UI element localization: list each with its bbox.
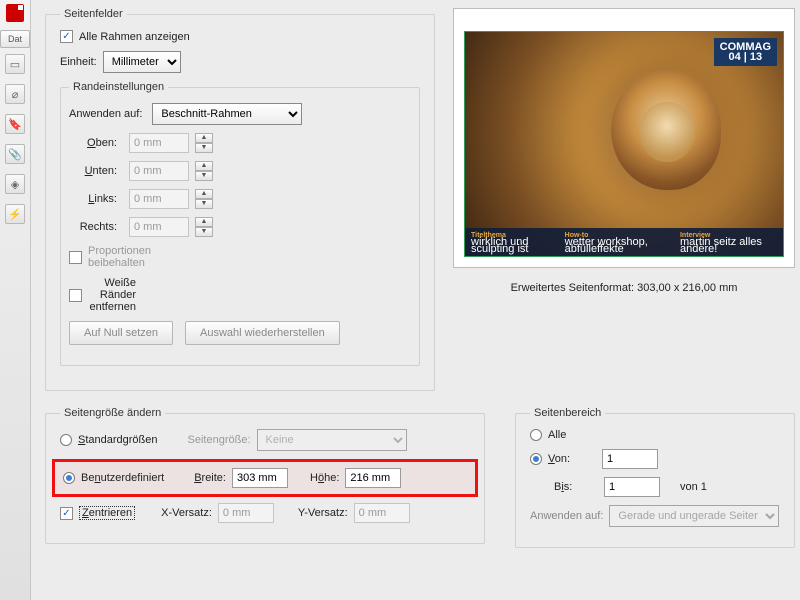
preview-footer: Titelthemawirklich und sculpting ist How… (465, 228, 783, 256)
custom-size-label: Benutzerdefiniert (81, 472, 164, 484)
attachments-icon[interactable]: ⌀ (5, 84, 25, 104)
page-preview: COMMAG 04 | 13 Titelthemawirklich und sc… (453, 8, 795, 268)
change-page-size-fieldset: Seitengröße ändern Standardgrößen Seiten… (45, 407, 485, 544)
show-all-frames-checkbox[interactable]: ✓ (60, 30, 73, 43)
sidebar-tab[interactable]: Dat (0, 30, 30, 48)
range-from-radio[interactable] (530, 453, 542, 465)
preview-badge: COMMAG 04 | 13 (714, 38, 777, 66)
range-to-label: Bis: (554, 481, 588, 493)
change-page-size-legend: Seitengröße ändern (60, 407, 165, 419)
keep-proportions-checkbox[interactable] (69, 251, 82, 264)
app-sidebar: Dat ▭ ⌀ 🔖 📎 ◈ ⚡ (0, 0, 31, 600)
margin-left-input[interactable] (129, 189, 189, 209)
apply-to-label: Anwenden auf: (69, 108, 142, 120)
range-apply-to-label: Anwenden auf: (530, 510, 603, 522)
range-of-label: von 1 (680, 481, 714, 493)
width-label: Breite: (194, 472, 226, 484)
crop-dialog: Seitenfelder ✓ Alle Rahmen anzeigen Einh… (31, 0, 800, 600)
clip-icon[interactable]: 📎 (5, 144, 25, 164)
reset-to-zero-button[interactable]: Auf Null setzen (69, 321, 173, 345)
page-preview-image: COMMAG 04 | 13 Titelthemawirklich und sc… (464, 31, 784, 257)
pagesize-select: Keine (257, 429, 407, 451)
y-offset-label: Y-Versatz: (298, 507, 348, 519)
range-all-label: Alle (548, 429, 582, 441)
pdf-icon (6, 4, 24, 22)
standard-sizes-label: Standardgrößen (78, 434, 158, 446)
range-apply-to-select: Gerade und ungerade Seiten (609, 505, 779, 527)
flash-icon[interactable]: ⚡ (5, 204, 25, 224)
remove-white-margins-label: Weiße Ränder entfernen (88, 277, 136, 313)
margin-right-input[interactable] (129, 217, 189, 237)
margin-left-label: Links: (69, 193, 117, 205)
x-offset-input[interactable] (218, 503, 274, 523)
height-label: Höhe: (310, 472, 339, 484)
margin-right-label: Rechts: (69, 221, 117, 233)
margin-top-label: Oben: (69, 137, 117, 149)
margin-top-spinner[interactable]: ▲▼ (195, 133, 213, 153)
range-from-label: Von: (548, 453, 582, 465)
page-boxes-legend: Seitenfelder (60, 8, 127, 20)
width-input[interactable] (232, 468, 288, 488)
margin-top-input[interactable] (129, 133, 189, 153)
show-all-frames-label: Alle Rahmen anzeigen (79, 31, 190, 43)
custom-size-radio[interactable] (63, 472, 75, 484)
range-from-input[interactable] (602, 449, 658, 469)
page-boxes-fieldset: Seitenfelder ✓ Alle Rahmen anzeigen Einh… (45, 8, 435, 391)
standard-sizes-radio[interactable] (60, 434, 72, 446)
page-range-legend: Seitenbereich (530, 407, 605, 419)
restore-selection-button[interactable]: Auswahl wiederherstellen (185, 321, 340, 345)
keep-proportions-label: Proportionen beibehalten (88, 245, 136, 269)
margin-settings-legend: Randeinstellungen (69, 81, 168, 93)
center-label: Zentrieren (79, 506, 135, 520)
margin-settings-fieldset: Randeinstellungen Anwenden auf: Beschnit… (60, 81, 420, 366)
x-offset-label: X-Versatz: (161, 507, 212, 519)
apply-to-select[interactable]: Beschnitt-Rahmen (152, 103, 302, 125)
pagesize-label: Seitengröße: (188, 434, 251, 446)
bookmarks-icon[interactable]: 🔖 (5, 114, 25, 134)
center-checkbox[interactable]: ✓ (60, 507, 73, 520)
height-input[interactable] (345, 468, 401, 488)
unit-label: Einheit: (60, 56, 97, 68)
margin-left-spinner[interactable]: ▲▼ (195, 189, 213, 209)
y-offset-input[interactable] (354, 503, 410, 523)
range-to-input[interactable] (604, 477, 660, 497)
margin-bottom-spinner[interactable]: ▲▼ (195, 161, 213, 181)
remove-white-margins-checkbox[interactable] (69, 289, 82, 302)
margin-bottom-label: Unten: (69, 165, 117, 177)
margin-right-spinner[interactable]: ▲▼ (195, 217, 213, 237)
margin-bottom-input[interactable] (129, 161, 189, 181)
pages-icon[interactable]: ▭ (5, 54, 25, 74)
page-range-fieldset: Seitenbereich Alle Von: Bis: von 1 Anwend… (515, 407, 795, 548)
range-all-radio[interactable] (530, 429, 542, 441)
extended-page-format-label: Erweitertes Seitenformat: 303,00 x 216,0… (511, 282, 738, 294)
layers-icon[interactable]: ◈ (5, 174, 25, 194)
unit-select[interactable]: Millimeter (103, 51, 181, 73)
